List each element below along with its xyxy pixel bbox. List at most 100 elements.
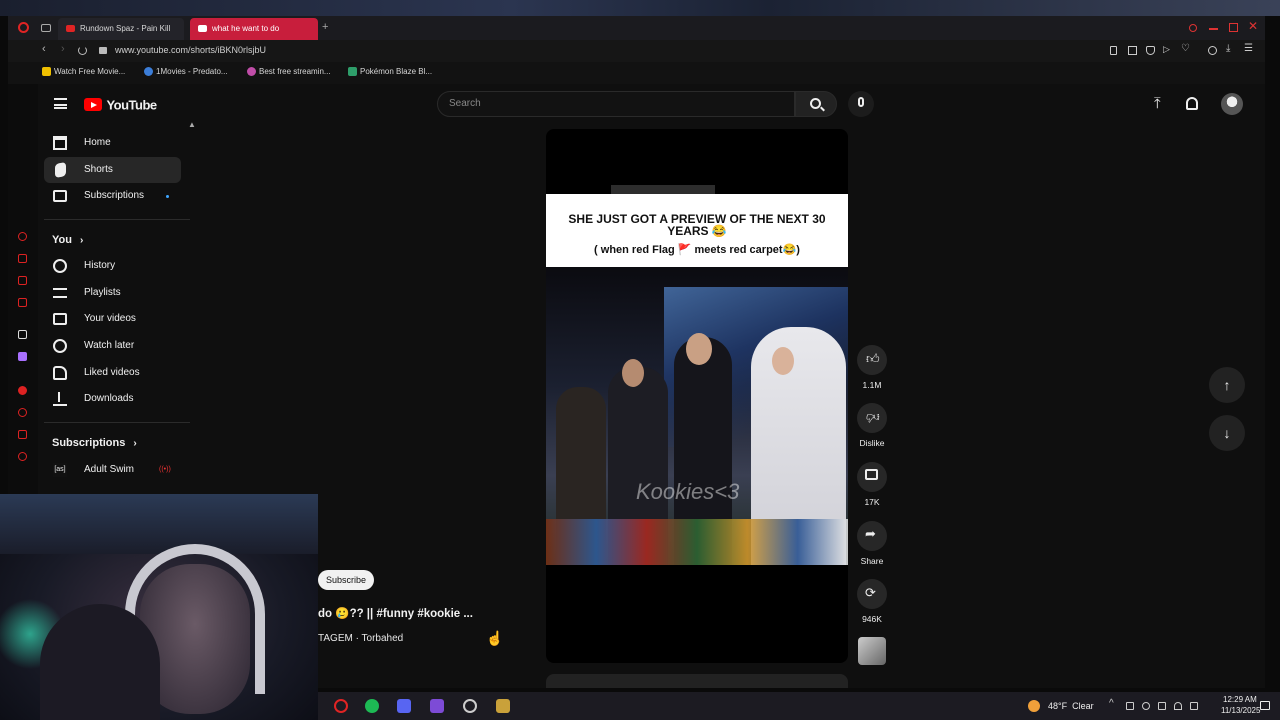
short-video[interactable]: Kookies<3 (546, 267, 848, 565)
voice-search-button[interactable] (848, 91, 874, 117)
search-button[interactable] (795, 91, 837, 117)
workspaces-icon[interactable] (41, 24, 51, 32)
new-tab-button[interactable]: + (322, 21, 328, 33)
sidebar-item-playlists[interactable]: Playlists (44, 280, 181, 306)
bookmarks-bar: Watch Free Movie... 1Movies - Predato...… (8, 62, 1265, 84)
you-section-header[interactable]: You › (52, 234, 83, 246)
bookmark-pokemon-blaze[interactable]: Pokémon Blaze Bl... (348, 67, 432, 76)
tab-what-he-want-to-do[interactable]: what he want to do (190, 18, 318, 40)
opera-taskbar-icon[interactable] (334, 699, 348, 713)
pin-icon[interactable] (1110, 46, 1117, 55)
like-glyph: 👍︎ (866, 351, 880, 366)
subscribe-button[interactable]: Subscribe (318, 570, 375, 590)
comment-glyph (865, 469, 878, 480)
tray-app-icon[interactable] (1158, 702, 1166, 710)
volume-icon[interactable] (1190, 702, 1198, 710)
search-input[interactable]: Search (437, 91, 795, 117)
desktop-background-strip (0, 0, 1280, 16)
spotify-icon[interactable] (18, 386, 27, 395)
short-channel[interactable]: TAGEM · Torbahed (318, 633, 403, 644)
aria-icon[interactable] (18, 232, 27, 241)
music-icon[interactable] (18, 298, 27, 307)
sidebar-item-subscriptions[interactable]: Subscriptions (44, 183, 181, 209)
taskbar: 48°F Clear ^ 12:29 AM 11/13/2025 (318, 692, 1280, 720)
bookmark-watch-free-movies[interactable]: Watch Free Movie... (42, 67, 125, 76)
sidebar-item-liked-videos[interactable]: Liked videos (44, 360, 181, 386)
extensions-icon[interactable] (18, 430, 27, 439)
youtube-logo[interactable]: YouTube (84, 96, 157, 114)
opera-sidebar (8, 84, 38, 494)
sidebar-item-your-videos[interactable]: Your videos (44, 306, 181, 332)
spotify-taskbar-icon[interactable] (365, 699, 379, 713)
wifi-icon[interactable] (1174, 702, 1182, 710)
account-icon[interactable] (1208, 46, 1217, 55)
play-icon[interactable]: ▷ (1163, 44, 1170, 55)
adult-swim-avatar: [as] (53, 463, 67, 477)
twitch-icon[interactable] (18, 352, 27, 361)
notifications-tray-icon[interactable] (1260, 701, 1270, 710)
messenger-icon[interactable] (18, 276, 27, 285)
tab-rundown-spaz[interactable]: Rundown Spaz - Pain Kill (58, 18, 184, 40)
minimize-icon[interactable] (1209, 28, 1218, 30)
back-icon[interactable]: ‹ (42, 43, 46, 55)
bookmark-favicon-icon (144, 67, 153, 76)
address-bar-row: ‹ › www.youtube.com/shorts/iBKN0rlsjbU ▷… (8, 40, 1265, 62)
next-short-button[interactable]: ↓ (1209, 415, 1245, 451)
reload-icon[interactable] (78, 46, 87, 55)
obs-taskbar-icon[interactable] (463, 699, 477, 713)
snapshot-icon[interactable] (1128, 46, 1137, 55)
forward-icon[interactable]: › (61, 43, 65, 55)
share-glyph: ➦ (865, 526, 876, 541)
sidebar-item-adult-swim[interactable]: [as] Adult Swim ((•)) (44, 457, 181, 483)
sidebar-collapse-icon[interactable]: ▲ (188, 120, 196, 129)
easy-setup-icon[interactable]: ☰ (1244, 43, 1253, 54)
weather-text[interactable]: 48°F Clear (1048, 701, 1094, 711)
menu-icon[interactable] (54, 98, 67, 109)
tray-chevron-icon[interactable]: ^ (1109, 698, 1114, 709)
sidebar-item-downloads[interactable]: Downloads (44, 386, 181, 412)
caption-line-1: SHE JUST GOT A PREVIEW OF THE NEXT 30 YE… (568, 212, 826, 238)
tray-app-icon[interactable] (1142, 702, 1150, 710)
new-content-dot (166, 195, 169, 198)
bookmark-1movies[interactable]: 1Movies - Predato... (144, 67, 228, 76)
downloads-icon (53, 392, 67, 406)
notifications-icon[interactable] (1186, 97, 1198, 110)
subscriptions-section-header[interactable]: Subscriptions › (52, 437, 137, 449)
avatar[interactable] (1221, 93, 1243, 115)
arrow-down-icon: ↓ (1223, 425, 1231, 441)
sidebar-item-history[interactable]: History (44, 253, 181, 279)
search-tabs-icon[interactable] (1189, 24, 1197, 32)
sidebar-item-shorts[interactable]: Shorts (44, 157, 181, 183)
url-field[interactable]: www.youtube.com/shorts/iBKN0rlsjbU (115, 45, 266, 55)
download-icon[interactable]: ⤓ (1226, 43, 1230, 54)
bookmark-best-free-streaming[interactable]: Best free streamin... (247, 67, 331, 76)
sidebar-divider (44, 219, 190, 220)
sound-thumbnail[interactable] (858, 637, 886, 665)
wallet-icon[interactable] (18, 254, 27, 263)
vpn-icon[interactable] (18, 330, 27, 339)
history-sidebar-icon[interactable] (18, 408, 27, 417)
lock-icon (99, 47, 107, 54)
shield-icon[interactable] (1146, 46, 1155, 55)
sidebar-divider (44, 422, 190, 423)
microphone-icon (858, 97, 864, 107)
create-icon[interactable]: ⤒ (1154, 95, 1161, 112)
subscriptions-icon (53, 190, 67, 202)
sidebar-item-home[interactable]: Home (44, 130, 181, 156)
discord-taskbar-icon[interactable] (397, 699, 411, 713)
previous-short-button[interactable]: ↑ (1209, 367, 1245, 403)
app-grid-taskbar-icon[interactable] (430, 699, 444, 713)
clock-date[interactable]: 11/13/2025 (1221, 706, 1260, 715)
chevron-right-icon: › (80, 235, 84, 246)
opera-logo-icon[interactable] (18, 22, 29, 33)
maximize-icon[interactable] (1229, 23, 1238, 32)
heart-icon[interactable]: ♡ (1181, 43, 1190, 54)
tray-app-icon[interactable] (1126, 702, 1134, 710)
league-taskbar-icon[interactable] (496, 699, 510, 713)
short-title[interactable]: do 🥲?? || #funny #kookie ... (318, 606, 473, 620)
close-window-icon[interactable]: ✕ (1248, 19, 1258, 33)
sidebar-item-watch-later[interactable]: Watch later (44, 333, 181, 359)
clock-time[interactable]: 12:29 AM (1223, 695, 1257, 704)
settings-icon[interactable] (18, 452, 27, 461)
tab-title: Rundown Spaz - Pain Kill (80, 24, 171, 33)
